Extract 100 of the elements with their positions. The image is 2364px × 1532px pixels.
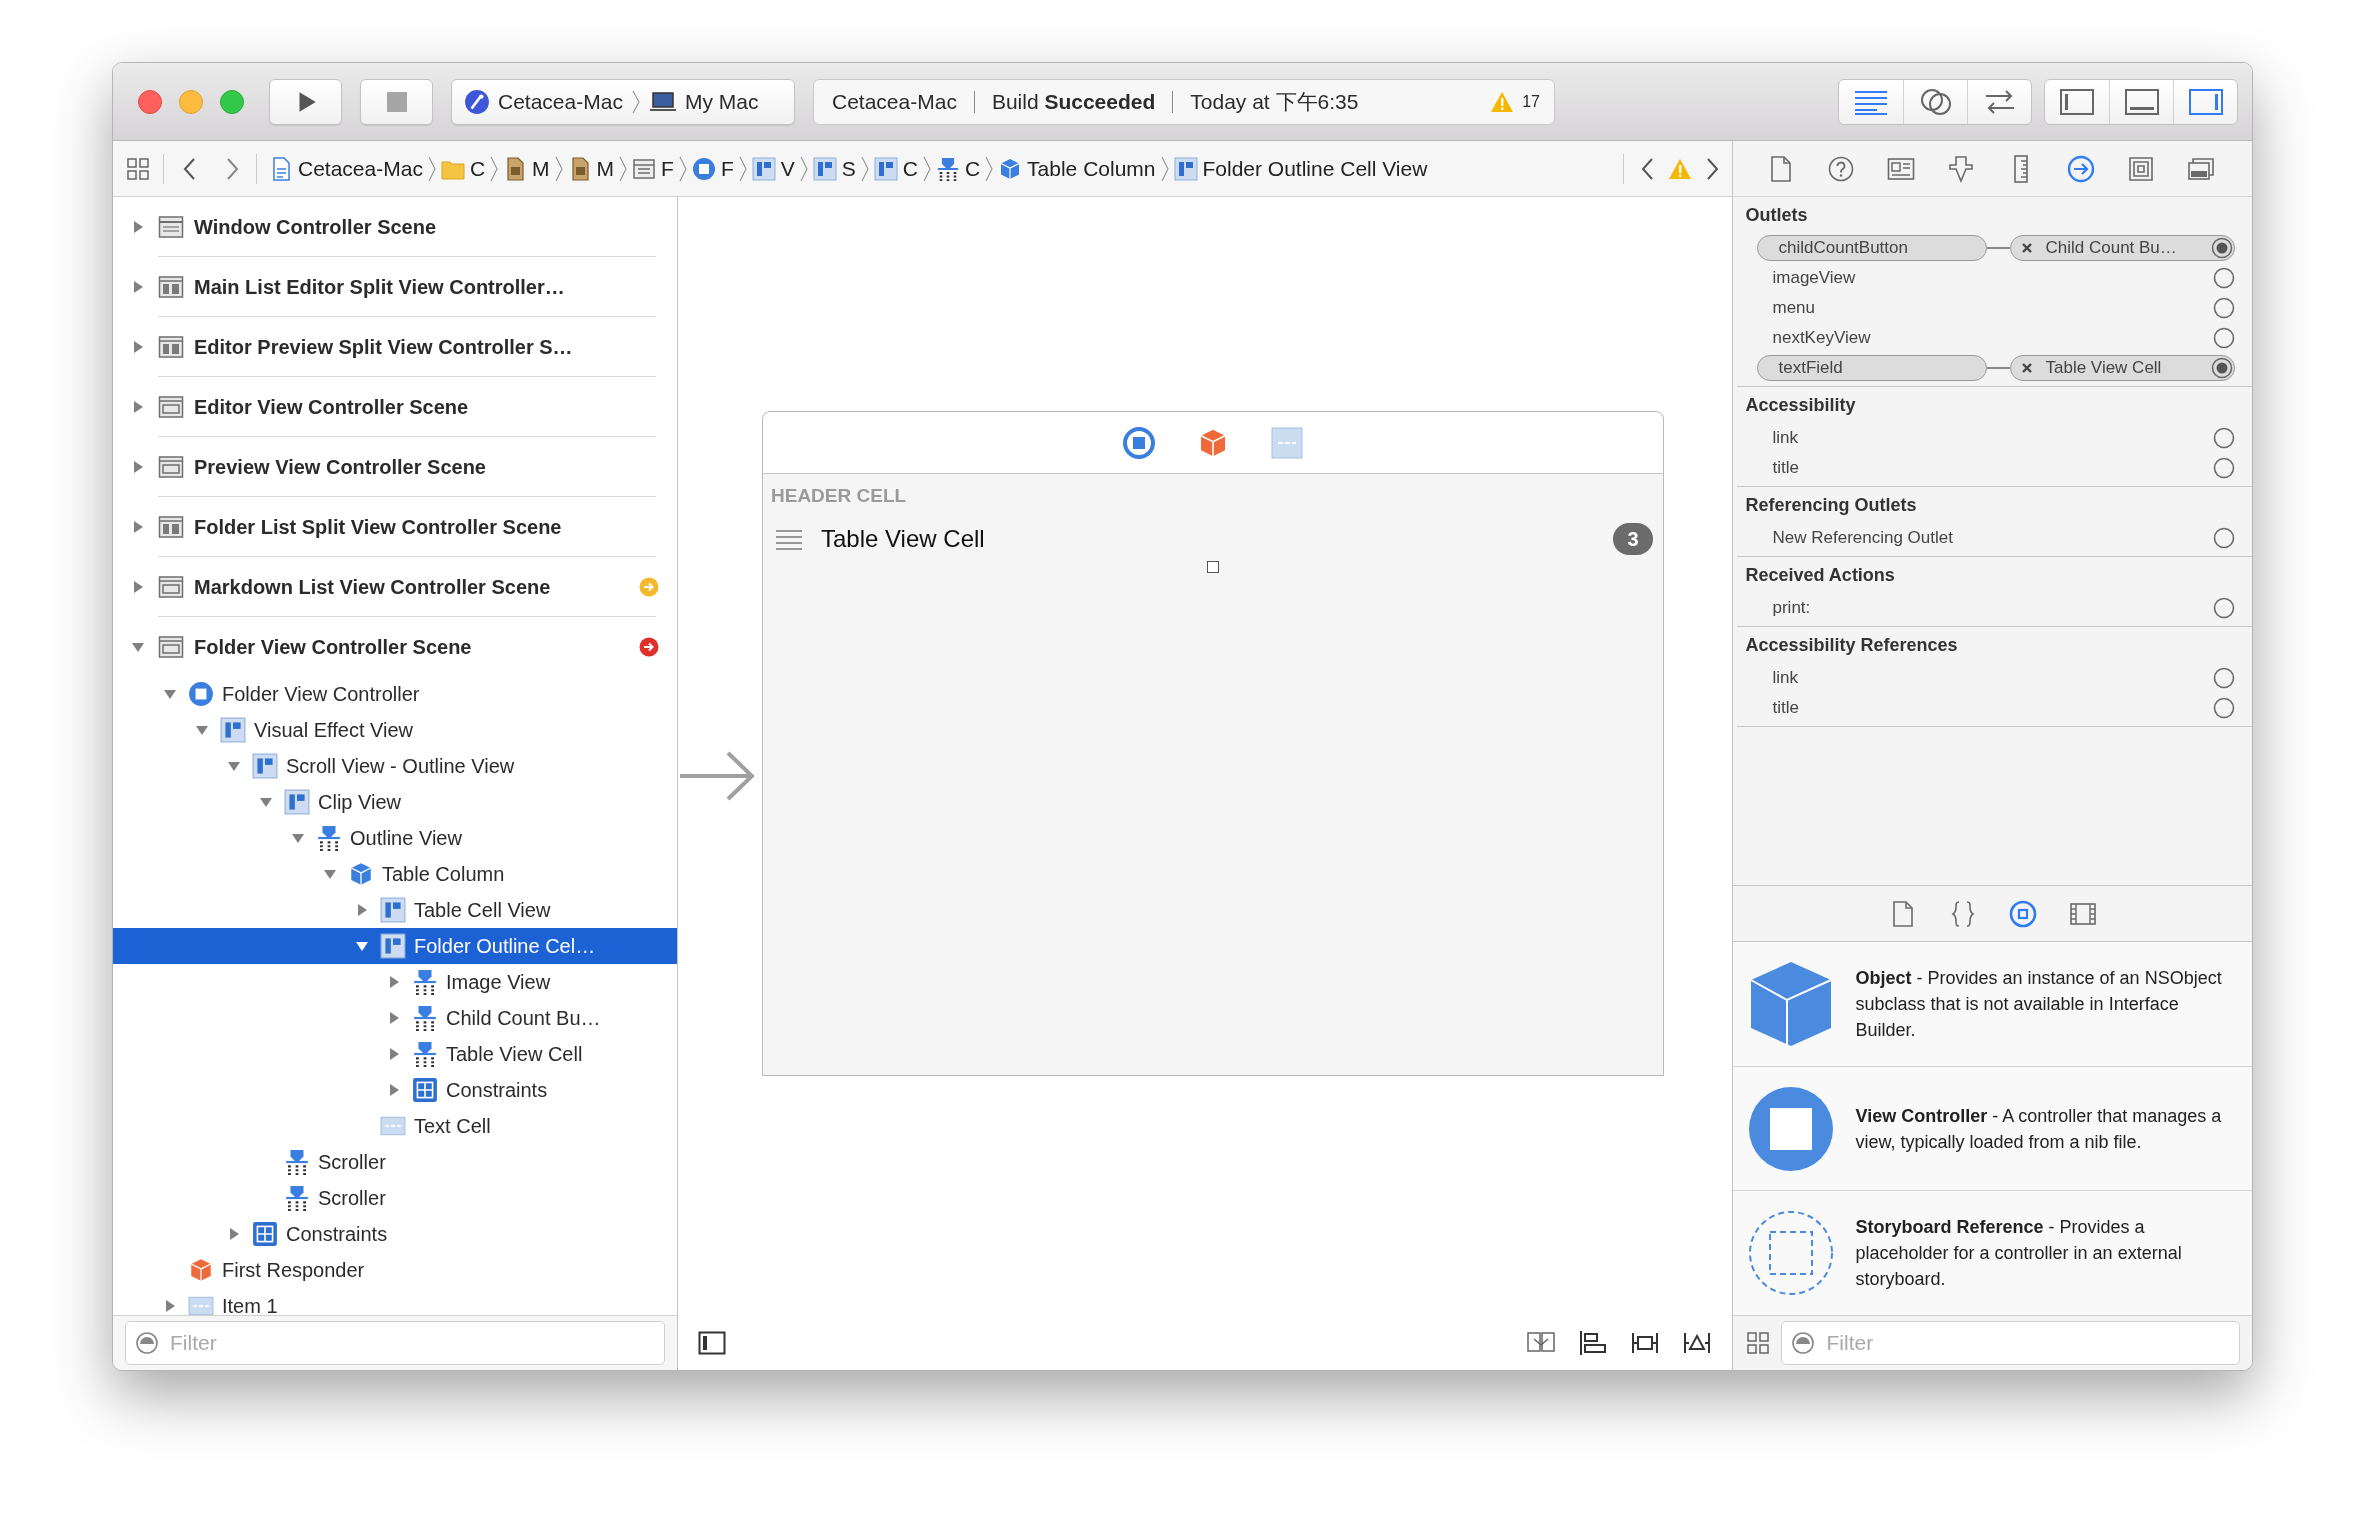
scene-title[interactable]: Editor Preview Split View Controller S… — [194, 331, 659, 362]
tree-item[interactable]: Clip View — [318, 787, 401, 817]
filter-field[interactable]: Filter — [1781, 1321, 2240, 1365]
stop-icon — [385, 90, 408, 113]
align-icon[interactable] — [1578, 1328, 1609, 1357]
remove-icon[interactable] — [2021, 362, 2034, 374]
tree-item[interactable]: First Responder — [222, 1255, 365, 1285]
tree-item[interactable]: Scroll View - Outline View — [286, 751, 515, 781]
chevron-icon — [798, 154, 809, 183]
layout-icon — [284, 789, 310, 815]
library-tab[interactable] — [2007, 898, 2038, 929]
outlet-pill[interactable]: textField — [1757, 355, 1988, 381]
list-icon — [775, 527, 803, 550]
tree-item[interactable]: Item 1 — [222, 1291, 278, 1315]
tree-item[interactable]: Text Cell — [414, 1111, 491, 1141]
scene-title[interactable]: Folder View Controller Scene — [194, 631, 639, 662]
scene-title[interactable]: Markdown List View Controller Scene — [194, 571, 639, 602]
forward-icon[interactable] — [1706, 156, 1721, 181]
scheme-selector[interactable]: Cetacea-Mac My Mac — [451, 78, 795, 125]
tree-item[interactable]: Folder View Controller — [222, 679, 420, 709]
connection-circle[interactable] — [2213, 697, 2235, 719]
cube-icon — [348, 861, 374, 887]
scene-title[interactable]: Main List Editor Split View Controller… — [194, 271, 659, 302]
outlet-label: menu — [1772, 297, 1816, 320]
plug-icon — [284, 1149, 310, 1175]
braces-icon — [1950, 899, 1975, 928]
connection-circle[interactable] — [2213, 527, 2235, 549]
tree-item[interactable]: Visual Effect View — [254, 715, 413, 745]
remove-icon[interactable] — [2021, 242, 2034, 254]
panel-icon — [158, 454, 184, 479]
breadcrumb-item[interactable]: Folder Outline Cell View — [1173, 152, 1428, 185]
tree-item[interactable]: Outline View — [350, 823, 462, 853]
layout-icon — [380, 933, 406, 959]
connection-pill[interactable]: Child Count Bu… — [2010, 235, 2236, 261]
connection-pill[interactable]: Table View Cell — [2010, 355, 2236, 381]
breadcrumb-item[interactable]: M — [503, 152, 550, 185]
scene-title[interactable]: Window Controller Scene — [194, 211, 659, 242]
grid-icon — [412, 1077, 438, 1103]
connection-circle[interactable] — [2213, 327, 2235, 349]
inspector-tab[interactable] — [2066, 153, 2097, 184]
connection-circle[interactable] — [2213, 457, 2235, 479]
count-badge: 3 — [1613, 522, 1653, 555]
tree-item[interactable]: Image View — [446, 967, 551, 997]
tree-item[interactable]: Constraints — [446, 1075, 548, 1105]
breadcrumb-item[interactable]: Table Column — [998, 152, 1156, 185]
tree-item[interactable]: Table Column — [382, 859, 505, 889]
connection-circle[interactable] — [2213, 427, 2235, 449]
help-icon — [1828, 155, 1855, 182]
breadcrumb-item[interactable]: Cetacea-Mac — [269, 152, 423, 185]
connection-target: Child Count Bu… — [2045, 237, 2178, 260]
tree-item[interactable]: Table View Cell — [446, 1039, 583, 1069]
ring-icon — [2008, 899, 2037, 928]
outlet-pill[interactable]: childCountButton — [1757, 235, 1988, 261]
window-icon — [632, 156, 657, 181]
cell-icon[interactable] — [1271, 426, 1303, 459]
stop-button[interactable] — [360, 78, 433, 125]
tree-item[interactable]: Child Count Bu… — [446, 1003, 601, 1033]
filter-field[interactable]: Filter — [125, 1321, 665, 1365]
tree-item[interactable]: Scroller — [318, 1183, 386, 1213]
breadcrumb-item[interactable]: C — [935, 152, 981, 185]
breadcrumb-item[interactable]: S — [812, 152, 856, 185]
grid-icon[interactable] — [127, 157, 149, 180]
breadcrumb-item[interactable]: C — [873, 152, 918, 185]
grid-icon[interactable] — [1747, 1332, 1770, 1354]
circles-icon — [1918, 86, 1953, 117]
tree-item[interactable]: Constraints — [286, 1219, 388, 1249]
maximize-button[interactable] — [220, 89, 244, 114]
breadcrumb-item[interactable]: V — [751, 152, 795, 185]
forward-icon[interactable] — [226, 156, 240, 181]
outlet-label: imageView — [1772, 267, 1857, 290]
connection-circle[interactable] — [2213, 297, 2235, 319]
breadcrumb-item[interactable]: F — [632, 152, 674, 185]
breadcrumb-item[interactable]: M — [567, 152, 615, 185]
ring-icon[interactable] — [1123, 426, 1155, 459]
connection-circle[interactable] — [2213, 597, 2235, 619]
connection-circle[interactable] — [2213, 267, 2235, 289]
scene-title[interactable]: Editor View Controller Scene — [194, 391, 659, 422]
build-time: Today at 下午6:35 — [1190, 88, 1359, 115]
nib-icon — [1947, 154, 1976, 183]
destination-name: My Mac — [684, 88, 759, 115]
scene-title[interactable]: Folder List Split View Controller Scene — [194, 511, 659, 542]
grid-icon — [252, 1221, 278, 1247]
outlet-label: link — [1772, 427, 1799, 450]
chevron-icon — [921, 154, 932, 183]
back-icon[interactable] — [1640, 156, 1655, 181]
connection-circle[interactable] — [2213, 667, 2235, 689]
back-icon[interactable] — [182, 156, 196, 181]
sidebar-icon[interactable] — [698, 1330, 726, 1355]
tree-item[interactable]: Table Cell View — [414, 895, 551, 925]
breadcrumb-item[interactable]: C — [440, 152, 486, 185]
connection-circle[interactable] — [2211, 237, 2234, 259]
layout-icon — [252, 753, 278, 779]
close-button[interactable] — [138, 89, 162, 114]
breadcrumb-item[interactable]: F — [691, 152, 734, 185]
connection-circle[interactable] — [2211, 357, 2234, 379]
chevron-icon — [618, 154, 629, 183]
tree-item[interactable]: Scroller — [318, 1147, 386, 1177]
run-button[interactable] — [269, 78, 342, 125]
filter-icon — [135, 1331, 159, 1355]
scene-title[interactable]: Preview View Controller Scene — [194, 451, 659, 482]
